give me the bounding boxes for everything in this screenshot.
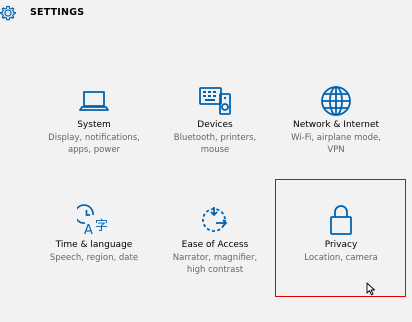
app-title: SETTINGS [30, 7, 85, 18]
tile-title: Time & language [55, 240, 133, 250]
mouse-cursor-icon [366, 282, 375, 296]
ease-of-access-tile[interactable]: Ease of Access Narrator, magnifier, high… [150, 200, 280, 310]
network-internet-tile[interactable]: Network & Internet Wi-Fi, airplane mode,… [271, 80, 401, 190]
highlight-box [275, 179, 406, 297]
tile-title: System [77, 120, 111, 130]
tile-description: Bluetooth, printers, mouse [173, 133, 257, 155]
title-bar: SETTINGS [0, 0, 412, 30]
system-tile[interactable]: System Display, notifications, apps, pow… [29, 80, 159, 190]
tile-description: Display, notifications, apps, power [48, 133, 140, 155]
keyboard-speaker-icon [199, 87, 231, 115]
ease-of-access-icon [202, 207, 228, 232]
laptop-icon [79, 91, 109, 111]
tile-description: Speech, region, date [49, 253, 139, 263]
time-language-tile[interactable]: A 字 Time & language Speech, region, date [29, 200, 159, 310]
svg-text:A: A [84, 223, 93, 237]
tile-title: Devices [197, 120, 233, 130]
clock-language-icon: A 字 [77, 204, 108, 237]
svg-text:字: 字 [95, 219, 108, 234]
tile-title: Network & Internet [292, 120, 380, 130]
tile-description: Narrator, magnifier, high contrast [172, 253, 258, 275]
devices-tile[interactable]: Devices Bluetooth, printers, mouse [150, 80, 280, 190]
tile-description: Wi-Fi, airplane mode, VPN [291, 133, 381, 155]
gear-icon[interactable] [0, 4, 18, 22]
globe-icon [321, 86, 351, 116]
tile-title: Ease of Access [181, 240, 249, 250]
